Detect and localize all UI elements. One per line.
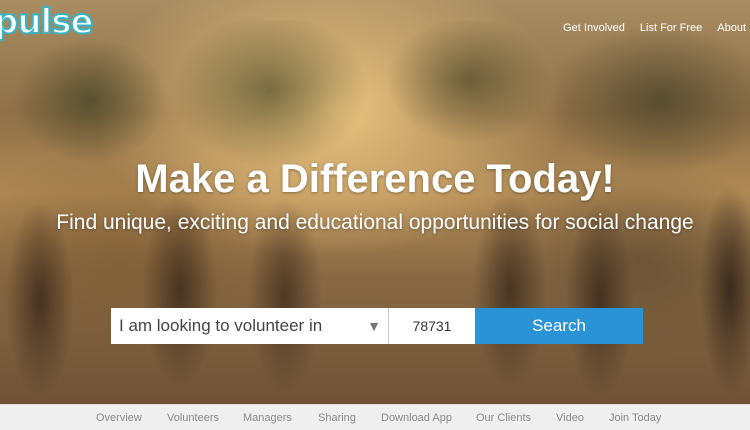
hero-subheadline: Find unique, exciting and educational op… <box>56 211 694 234</box>
subnav-link-download-app[interactable]: Download App <box>381 412 452 424</box>
zip-code-input[interactable] <box>389 308 475 344</box>
nav-link-list-for-free[interactable]: List For Free <box>640 22 702 34</box>
nav-link-get-involved[interactable]: Get Involved <box>563 22 625 34</box>
hero-background-photo: pulse Get Involved List For Free About M… <box>0 0 750 404</box>
subnav-link-sharing[interactable]: Sharing <box>318 412 356 424</box>
pulse-logo[interactable]: pulse <box>0 1 94 43</box>
volunteer-type-select-value: I am looking to volunteer in <box>119 316 323 335</box>
subnav-link-overview[interactable]: Overview <box>96 412 142 424</box>
search-button[interactable]: Search <box>475 308 643 344</box>
top-navigation: Get Involved List For Free About <box>563 22 746 34</box>
subnav-link-volunteers[interactable]: Volunteers <box>167 412 219 424</box>
subnav-link-our-clients[interactable]: Our Clients <box>476 412 531 424</box>
subnav-link-join-today[interactable]: Join Today <box>609 412 661 424</box>
subnav-link-video[interactable]: Video <box>556 412 584 424</box>
triangle-down-icon: ▼ <box>367 318 381 334</box>
section-navigation: Overview Volunteers Managers Sharing Dow… <box>0 404 750 430</box>
volunteer-search-bar: I am looking to volunteer in ▼ Search <box>111 308 643 344</box>
subnav-link-managers[interactable]: Managers <box>243 412 292 424</box>
nav-link-about[interactable]: About <box>717 22 746 34</box>
hero-headline: Make a Difference Today! <box>135 157 615 201</box>
volunteer-type-select[interactable]: I am looking to volunteer in ▼ <box>111 308 389 344</box>
